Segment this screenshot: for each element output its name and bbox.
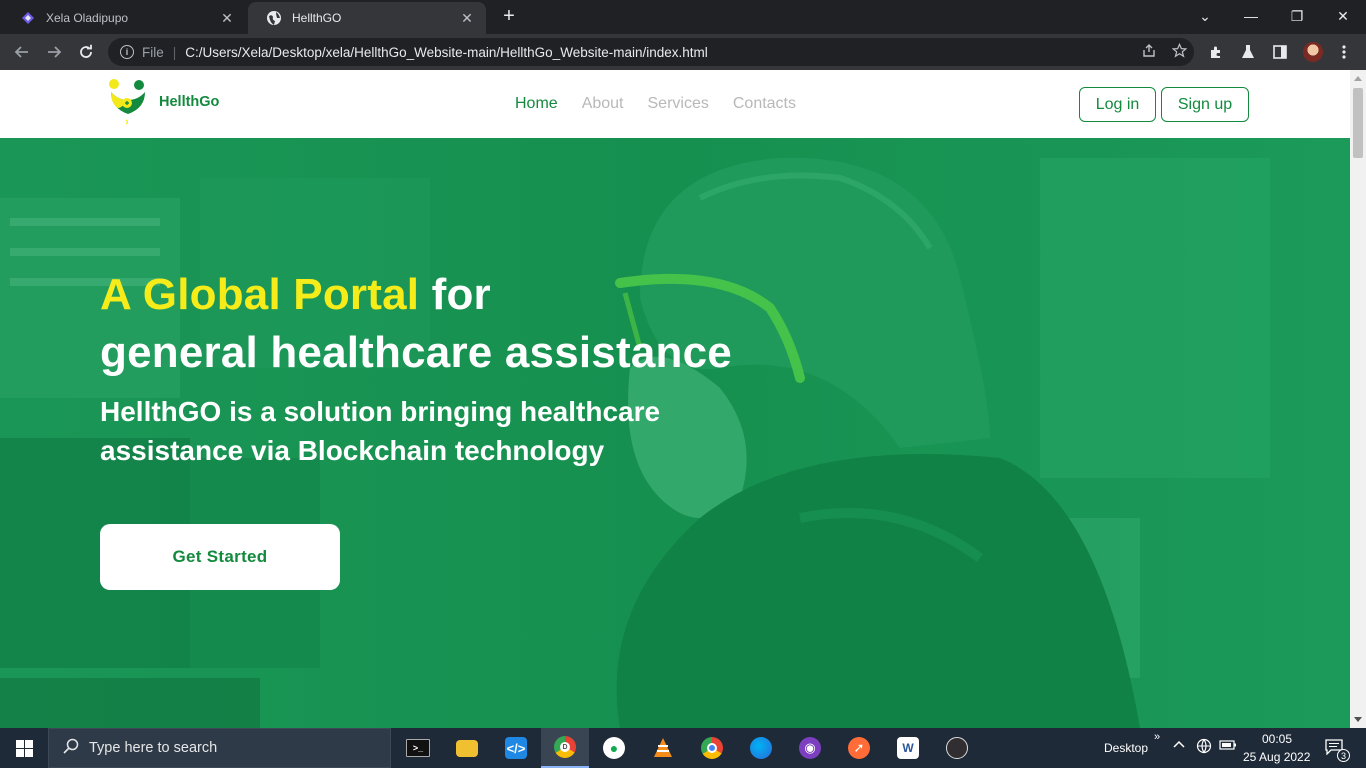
sidepanel-icon[interactable] xyxy=(1270,42,1290,62)
nav-about[interactable]: About xyxy=(582,95,624,113)
mongodb-compass-icon[interactable]: ● xyxy=(590,728,638,768)
battery-icon[interactable] xyxy=(1219,738,1237,754)
desktop-toolbar-label[interactable]: Desktop xyxy=(1104,741,1148,755)
close-window-button[interactable]: ✕ xyxy=(1320,4,1366,28)
tab-xela-oladipupo[interactable]: Xela Oladipupo ✕ xyxy=(2,2,246,34)
page-viewport: HellthGo Home About Services Contacts Lo… xyxy=(0,70,1350,728)
tab-close-icon[interactable]: ✕ xyxy=(218,9,236,27)
restore-button[interactable]: ❐ xyxy=(1274,4,1320,28)
windows-taskbar: Type here to search >_ </> D ● ◉ ➚ W Des… xyxy=(0,728,1366,768)
firefox-icon[interactable] xyxy=(737,728,785,768)
new-tab-button[interactable]: + xyxy=(498,6,520,28)
labs-icon[interactable] xyxy=(1238,42,1258,62)
clock-date[interactable]: 25 Aug 2022 xyxy=(1243,750,1310,764)
scrollbar-thumb[interactable] xyxy=(1353,88,1363,158)
extensions-icon[interactable] xyxy=(1206,42,1226,62)
tab-hellthgo[interactable]: HellthGO ✕ xyxy=(248,2,486,34)
browser-toolbar: i File | C:/Users/Xela/Desktop/xela/Hell… xyxy=(0,34,1366,70)
notification-count-badge: 3 xyxy=(1337,749,1350,762)
forward-icon[interactable] xyxy=(42,40,66,64)
address-bar[interactable]: i File | C:/Users/Xela/Desktop/xela/Hell… xyxy=(108,38,1194,66)
terminal-icon[interactable]: >_ xyxy=(394,728,442,768)
file-explorer-icon[interactable] xyxy=(443,728,491,768)
vscode-icon[interactable]: </> xyxy=(492,728,540,768)
windows-start-icon[interactable] xyxy=(0,728,48,768)
word-icon[interactable]: W xyxy=(884,728,932,768)
vlc-icon[interactable] xyxy=(639,728,687,768)
url-text[interactable]: C:/Users/Xela/Desktop/xela/HellthGo_Webs… xyxy=(185,45,1134,60)
tab-title: Xela Oladipupo xyxy=(46,11,129,25)
globe-icon xyxy=(266,10,282,26)
tab-title: HellthGO xyxy=(292,11,342,25)
tab-search-dropdown-icon[interactable]: ⌄ xyxy=(1182,4,1228,28)
headline-rest: for xyxy=(419,270,491,319)
hero-subheadline: HellthGO is a solution bringing healthca… xyxy=(100,396,661,466)
clock-time[interactable]: 00:05 xyxy=(1262,732,1292,746)
url-separator: | xyxy=(172,44,177,60)
info-icon[interactable]: i xyxy=(120,45,134,59)
login-button[interactable]: Log in xyxy=(1079,87,1156,122)
tab-close-icon[interactable]: ✕ xyxy=(458,9,476,27)
site-navbar: HellthGo Home About Services Contacts Lo… xyxy=(0,70,1350,138)
show-hidden-icons-icon[interactable] xyxy=(1173,738,1185,754)
chrome-icon[interactable] xyxy=(688,728,736,768)
language-globe-icon[interactable] xyxy=(1196,738,1212,757)
postman-icon[interactable]: ➚ xyxy=(835,728,883,768)
profile-avatar[interactable] xyxy=(1303,42,1323,62)
nav-services[interactable]: Services xyxy=(648,95,709,113)
hellthgo-logo[interactable] xyxy=(108,78,148,128)
get-started-button[interactable]: Get Started xyxy=(100,524,340,590)
main-menu: Home About Services Contacts xyxy=(515,95,796,113)
chrome-dev-icon[interactable]: D xyxy=(541,728,589,768)
hero-headline: A Global Portal for general healthcare a… xyxy=(100,266,732,382)
signup-button[interactable]: Sign up xyxy=(1161,87,1249,122)
brand-name[interactable]: HellthGo xyxy=(159,94,219,110)
nav-contacts[interactable]: Contacts xyxy=(733,95,796,113)
hero-section: A Global Portal for general healthcare a… xyxy=(0,138,1350,728)
headline-highlight: A Global Portal xyxy=(100,270,420,319)
headline-line2: general healthcare assistance xyxy=(100,328,732,377)
url-scheme: File xyxy=(142,44,164,60)
scroll-down-arrow-icon[interactable] xyxy=(1354,717,1362,722)
portfolio-favicon-icon xyxy=(20,10,36,26)
nav-home[interactable]: Home xyxy=(515,95,558,113)
menu-icon[interactable] xyxy=(1334,42,1354,62)
search-placeholder: Type here to search xyxy=(89,740,218,756)
star-icon[interactable] xyxy=(1164,42,1194,61)
chevron-icon[interactable]: » xyxy=(1154,731,1160,743)
search-icon xyxy=(63,738,79,759)
taskbar-search-box[interactable]: Type here to search xyxy=(48,728,391,768)
scroll-up-arrow-icon[interactable] xyxy=(1354,76,1362,81)
browser-tab-bar: Xela Oladipupo ✕ HellthGO ✕ + ⌄ — ❐ ✕ xyxy=(0,0,1366,34)
reload-icon[interactable] xyxy=(74,40,98,64)
github-desktop-icon[interactable]: ◉ xyxy=(786,728,834,768)
obs-icon[interactable] xyxy=(933,728,981,768)
share-icon[interactable] xyxy=(1134,43,1164,61)
page-scrollbar[interactable] xyxy=(1350,70,1366,728)
back-icon[interactable] xyxy=(10,40,34,64)
minimize-button[interactable]: — xyxy=(1228,4,1274,28)
